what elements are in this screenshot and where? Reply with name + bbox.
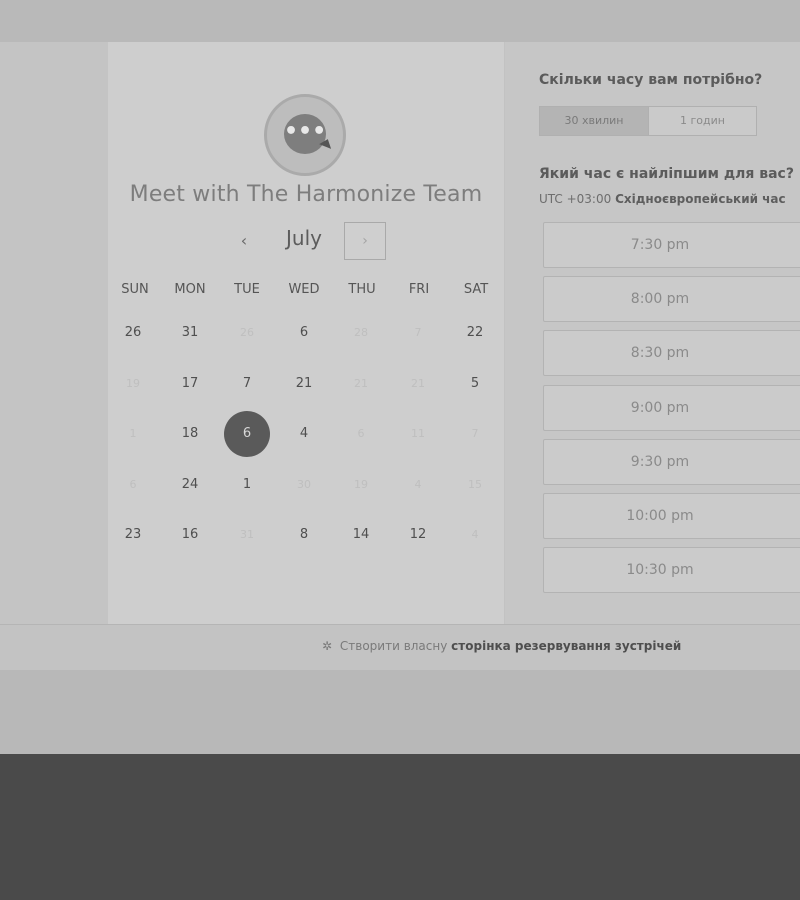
duration-option-30-min[interactable]: 30 хвилин bbox=[540, 107, 648, 135]
prev-month-button[interactable]: ‹ bbox=[233, 228, 255, 254]
calendar-day[interactable]: 31 bbox=[167, 310, 213, 356]
booking-panel: Скільки часу вам потрібно? 30 хвилин 1 г… bbox=[505, 42, 800, 624]
calendar-day-selected[interactable]: 6 bbox=[224, 411, 270, 457]
weekday-label: SUN bbox=[121, 282, 149, 297]
timezone-offset: UTC +03:00 bbox=[539, 192, 612, 206]
calendar-day: 6 bbox=[357, 427, 365, 440]
weekday-label: SAT bbox=[463, 282, 489, 297]
calendar-day: 15 bbox=[468, 477, 482, 491]
weekday-label: TUE bbox=[234, 282, 260, 297]
time-slot-label: 8:30 pm bbox=[630, 345, 690, 362]
calendar-day[interactable]: 23 bbox=[110, 512, 156, 558]
timezone-label: UTC +03:00 Східноєвропейський час bbox=[539, 192, 786, 206]
calendar-day[interactable]: 26 bbox=[110, 310, 156, 356]
time-slot-button[interactable]: 7:30 pm bbox=[543, 222, 800, 268]
calendar-day: 4 bbox=[414, 477, 422, 491]
calendar-day[interactable]: 17 bbox=[167, 361, 213, 407]
calendar-day[interactable]: 5 bbox=[452, 361, 498, 407]
calendar-day: 30 bbox=[297, 477, 311, 491]
calendar-day[interactable]: 4 bbox=[281, 411, 327, 457]
calendar-day: 6 bbox=[129, 477, 137, 491]
footer: ✲ Створити власну сторінка резервування … bbox=[0, 624, 800, 671]
time-slot-label: 7:30 pm bbox=[630, 237, 690, 253]
time-slot-button[interactable]: 10:00 pm bbox=[543, 493, 800, 539]
time-slot-label: 9:00 pm bbox=[630, 399, 690, 416]
footer-text-prefix: Створити власну bbox=[339, 639, 448, 653]
calendar-day: 4 bbox=[471, 528, 479, 541]
top-backdrop bbox=[0, 0, 800, 42]
duration-question: Скільки часу вам потрібно? bbox=[539, 72, 763, 88]
weekday-label: FRI bbox=[408, 282, 430, 297]
weekday-label: MON bbox=[174, 282, 206, 297]
calendar-day[interactable]: 8 bbox=[281, 512, 327, 558]
calendar-day[interactable]: 12 bbox=[395, 512, 441, 558]
time-slot-button[interactable]: 9:00 pm bbox=[543, 384, 800, 431]
timezone-name: Східноєвропейський час bbox=[615, 192, 786, 206]
calendar-day: 26 bbox=[240, 326, 254, 339]
time-slot-button[interactable]: 8:00 pm bbox=[543, 276, 800, 323]
calendar-day[interactable]: 16 bbox=[167, 512, 213, 558]
calendar-panel: ••• Meet with The Harmonize Team ‹ July … bbox=[108, 42, 505, 624]
calendar-day[interactable]: 6 bbox=[281, 310, 327, 356]
duration-selector: 30 хвилин 1 годин bbox=[539, 106, 757, 136]
calendar-day: 31 bbox=[240, 528, 254, 541]
next-month-button[interactable]: › bbox=[344, 222, 386, 260]
time-slot-label: 10:30 pm bbox=[626, 562, 694, 579]
footer-text-bold: сторінка резервування зустрічей bbox=[451, 639, 682, 653]
calendar-day[interactable]: 1 bbox=[224, 462, 270, 508]
calendar-day: 7 bbox=[414, 326, 422, 339]
page-backdrop bbox=[0, 670, 800, 754]
team-logo: ••• bbox=[264, 94, 346, 176]
spark-icon: ✲ bbox=[322, 639, 333, 653]
time-slot-label: 10:00 pm bbox=[626, 508, 694, 524]
calendar-day[interactable]: 7 bbox=[224, 361, 270, 407]
create-booking-page-link[interactable]: ✲ Створити власну сторінка резервування … bbox=[322, 639, 681, 653]
calendar-day: 21 bbox=[354, 376, 368, 390]
month-navigation: ‹ July › bbox=[108, 222, 504, 262]
time-question: Який час є найліпшим для вас? bbox=[539, 166, 794, 182]
calendar-day: 1 bbox=[129, 427, 137, 440]
calendar-day[interactable]: 21 bbox=[281, 361, 327, 407]
calendar-day: 19 bbox=[126, 376, 140, 390]
left-backdrop bbox=[0, 42, 108, 624]
time-slot-button[interactable]: 9:30 pm bbox=[543, 438, 800, 485]
calendar-day: 11 bbox=[411, 427, 425, 440]
calendar-day[interactable]: 18 bbox=[167, 411, 213, 457]
time-slot-button[interactable]: 8:30 pm bbox=[543, 330, 800, 377]
time-slot-label: 9:30 pm bbox=[630, 453, 690, 470]
calendar-day: 21 bbox=[411, 376, 425, 390]
page-title: Meet with The Harmonize Team bbox=[129, 182, 483, 207]
time-slot-label: 8:00 pm bbox=[630, 291, 690, 308]
calendar-day[interactable]: 14 bbox=[338, 512, 384, 558]
month-label: July bbox=[286, 226, 322, 250]
ellipsis-icon: ••• bbox=[284, 119, 327, 144]
calendar-day: 7 bbox=[471, 427, 479, 440]
chat-bubble-icon: ••• bbox=[284, 114, 326, 154]
time-slot-button[interactable]: 10:30 pm bbox=[543, 547, 800, 594]
duration-option-1-hour[interactable]: 1 годин bbox=[648, 107, 756, 135]
dark-backdrop bbox=[0, 754, 800, 900]
weekday-header: SUN MON TUE WED THU FRI SAT bbox=[108, 282, 504, 302]
calendar-day: 28 bbox=[354, 326, 368, 339]
calendar-day[interactable]: 24 bbox=[167, 462, 213, 508]
calendar-day: 19 bbox=[354, 477, 368, 491]
weekday-label: THU bbox=[348, 282, 376, 297]
calendar-day[interactable]: 22 bbox=[452, 310, 498, 356]
weekday-label: WED bbox=[288, 282, 320, 297]
